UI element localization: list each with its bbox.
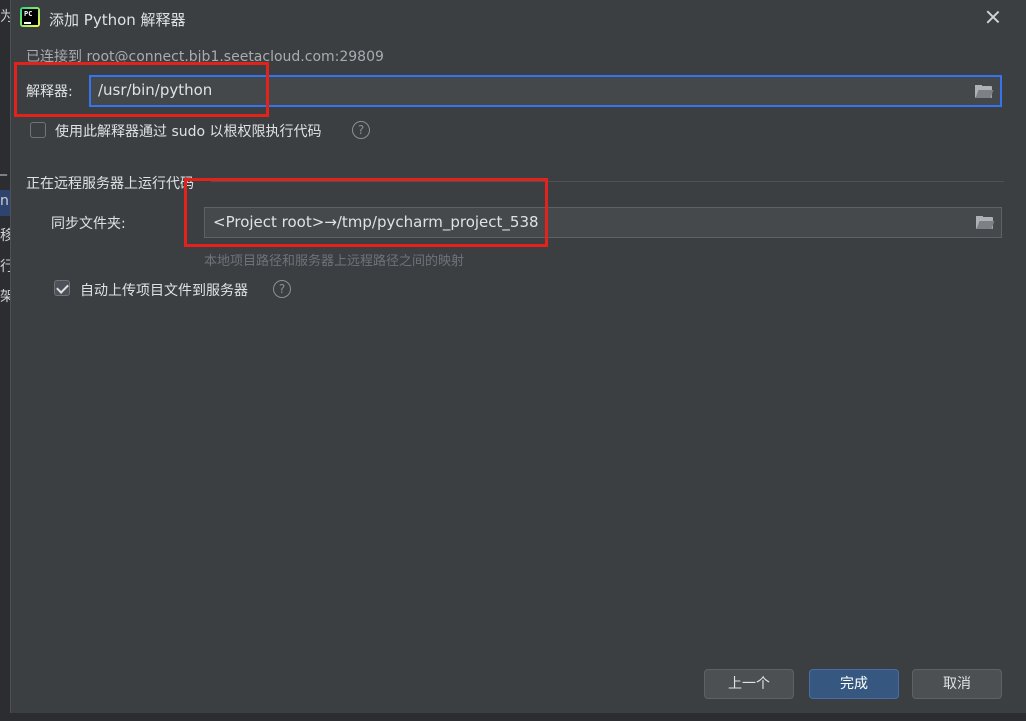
dialog-title: 添加 Python 解释器 (49, 11, 186, 29)
interpreter-path-field[interactable]: /usr/bin/python (89, 75, 1002, 107)
add-python-interpreter-dialog: PC 添加 Python 解释器 已连接到 root@connect.bjb1.… (10, 0, 1026, 713)
auto-upload-checkbox[interactable] (54, 280, 70, 296)
help-icon[interactable]: ? (352, 121, 370, 139)
folder-icon[interactable] (975, 85, 994, 98)
sync-folder-hint: 本地项目路径和服务器上远程路径之间的映射 (204, 254, 465, 269)
sudo-checkbox[interactable] (30, 122, 46, 138)
sync-folder-field[interactable]: <Project root>→/tmp/pycharm_project_538 (204, 207, 1002, 238)
sync-folder-value: <Project root>→/tmp/pycharm_project_538 (213, 213, 539, 231)
folder-icon[interactable] (976, 216, 995, 229)
connection-status: 已连接到 root@connect.bjb1.seetacloud.com:29… (26, 49, 384, 65)
interpreter-path-value: /usr/bin/python (98, 81, 213, 99)
finish-button[interactable]: 完成 (809, 669, 899, 699)
section-separator (211, 181, 1004, 182)
sync-folder-label: 同步文件夹: (51, 216, 126, 232)
help-icon[interactable]: ? (273, 280, 291, 298)
auto-upload-checkbox-label: 自动上传项目文件到服务器 (80, 283, 248, 299)
close-icon[interactable] (984, 8, 1002, 26)
remote-section-title: 正在远程服务器上运行代码 (26, 176, 194, 192)
cancel-button[interactable]: 取消 (912, 669, 1002, 699)
previous-button[interactable]: 上一个 (704, 669, 794, 699)
interpreter-label: 解释器: (26, 84, 73, 100)
dialog-titlebar: PC 添加 Python 解释器 (11, 0, 1026, 36)
sudo-checkbox-label: 使用此解释器通过 sudo 以根权限执行代码 (55, 124, 322, 140)
pycharm-logo-icon: PC (20, 7, 40, 27)
